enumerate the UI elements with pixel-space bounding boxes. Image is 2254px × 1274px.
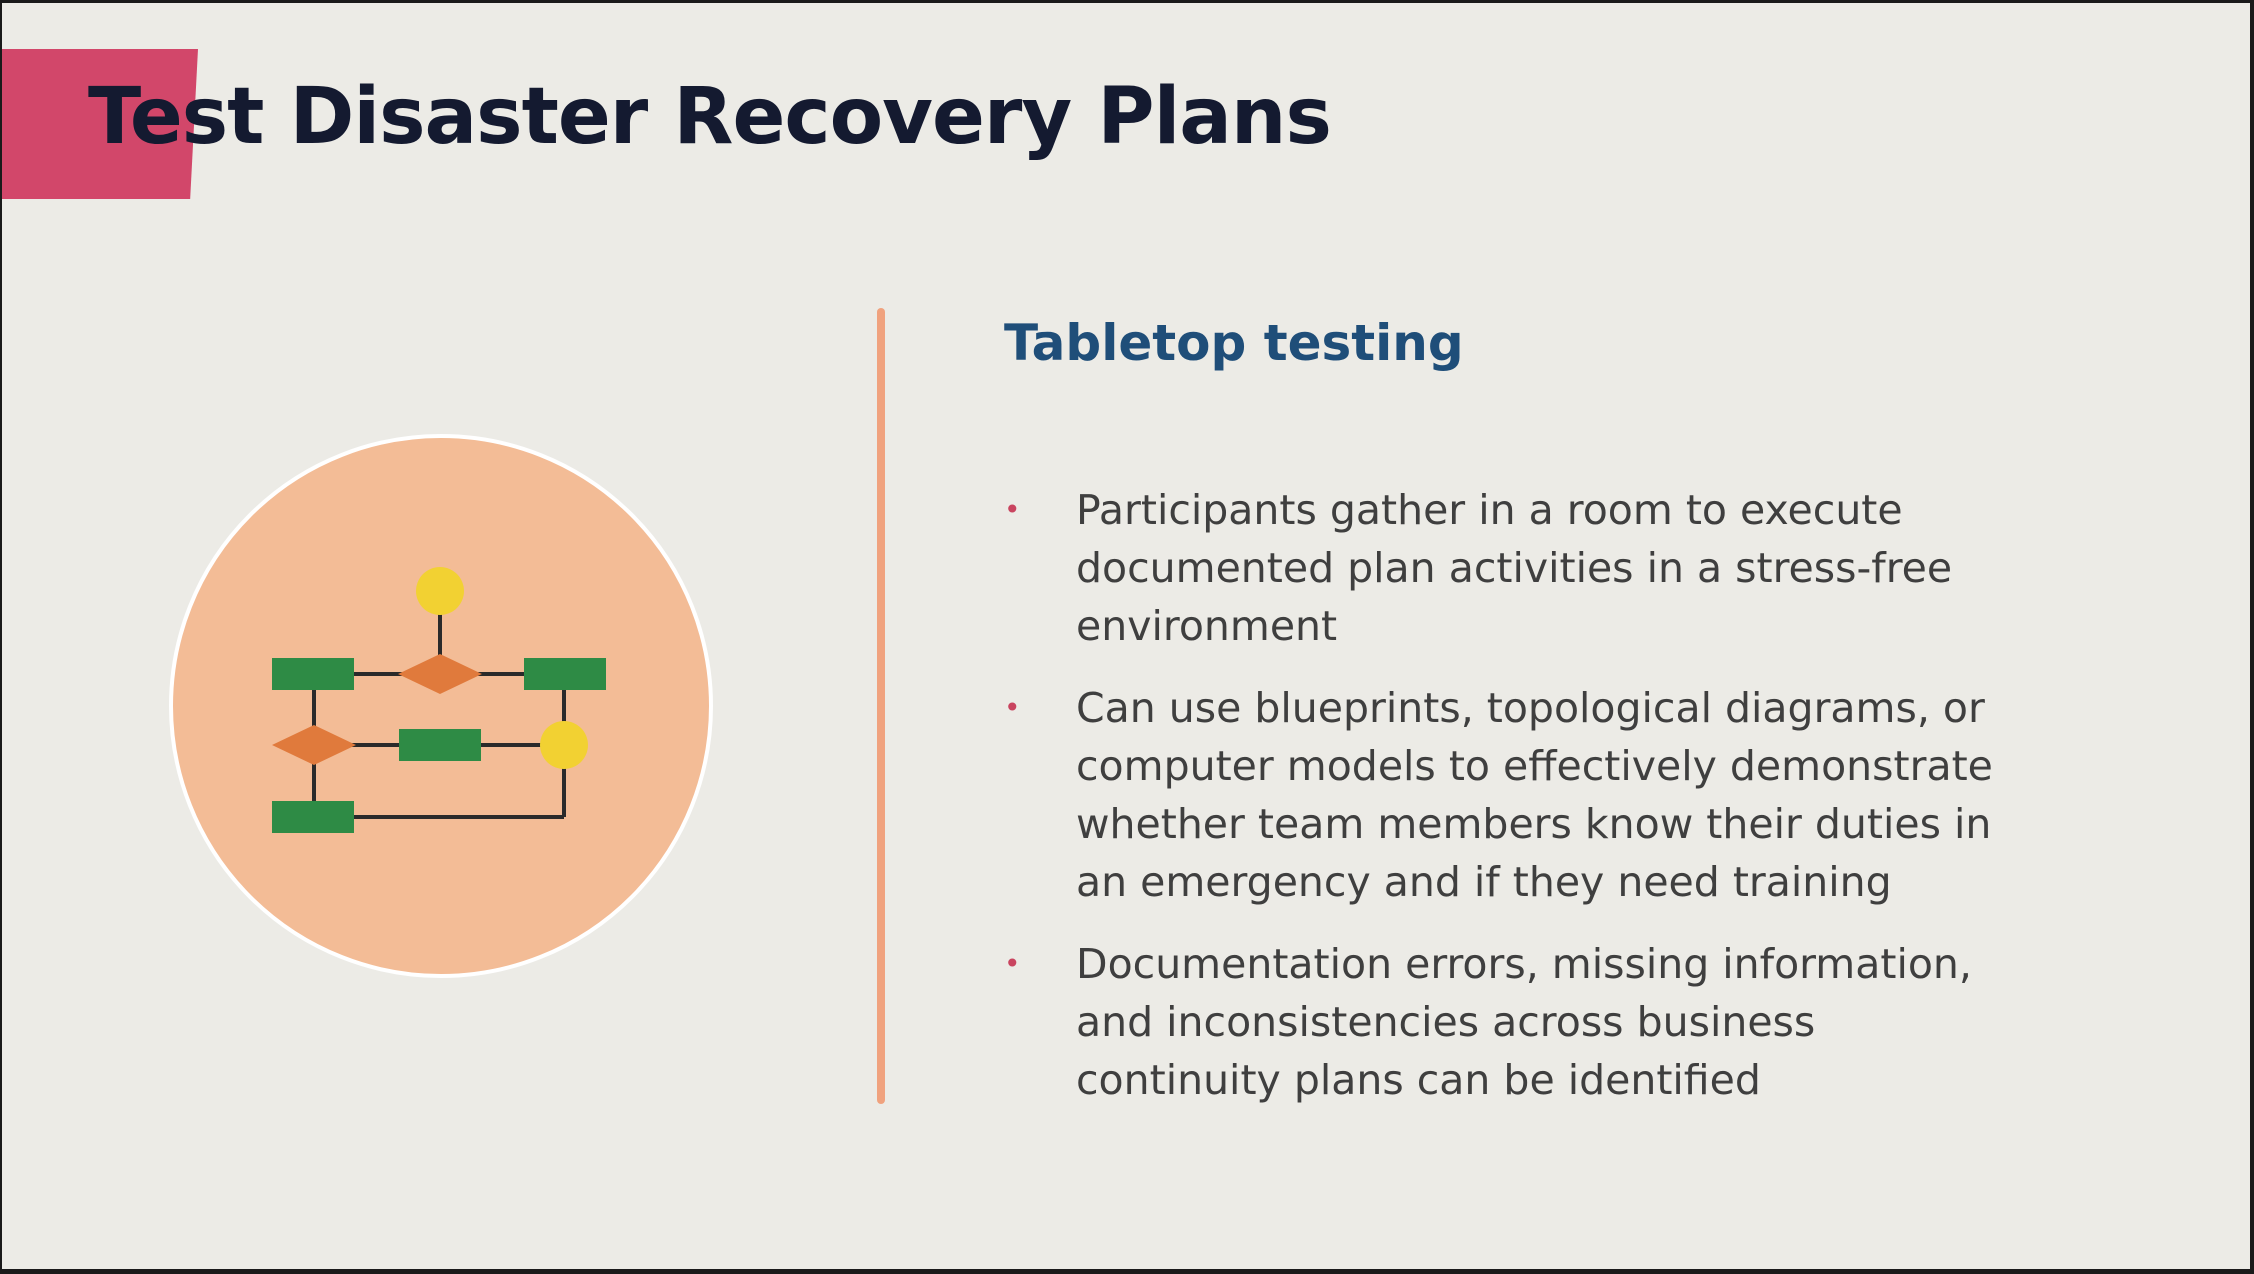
bullet-list: • Participants gather in a room to execu… (1002, 481, 2002, 1133)
section-heading: Tabletop testing (1004, 314, 1464, 372)
flowchart-start-node (416, 567, 464, 615)
flowchart-process-node (524, 658, 606, 690)
illustration-circle (169, 434, 713, 978)
flowchart-icon (169, 434, 713, 978)
bullet-item: • Documentation errors, missing informat… (1002, 935, 2002, 1109)
bullet-marker: • (1004, 691, 1021, 724)
flowchart-process-node (272, 801, 354, 833)
bullet-marker: • (1004, 493, 1021, 526)
slide-title: Test Disaster Recovery Plans (88, 72, 1332, 162)
flowchart-process-node (399, 729, 481, 761)
flowchart-end-node (540, 721, 588, 769)
bullet-marker: • (1004, 947, 1021, 980)
flowchart-process-node (272, 658, 354, 690)
bullet-text: Can use blueprints, topological diagrams… (1076, 684, 1993, 906)
vertical-divider (877, 308, 885, 1104)
slide: Test Disaster Recovery Plans Tabletop te… (2, 3, 2250, 1269)
bullet-item: • Participants gather in a room to execu… (1002, 481, 2002, 655)
bullet-item: • Can use blueprints, topological diagra… (1002, 679, 2002, 911)
bullet-text: Documentation errors, missing informatio… (1076, 940, 1972, 1104)
bullet-text: Participants gather in a room to execute… (1076, 486, 1953, 650)
